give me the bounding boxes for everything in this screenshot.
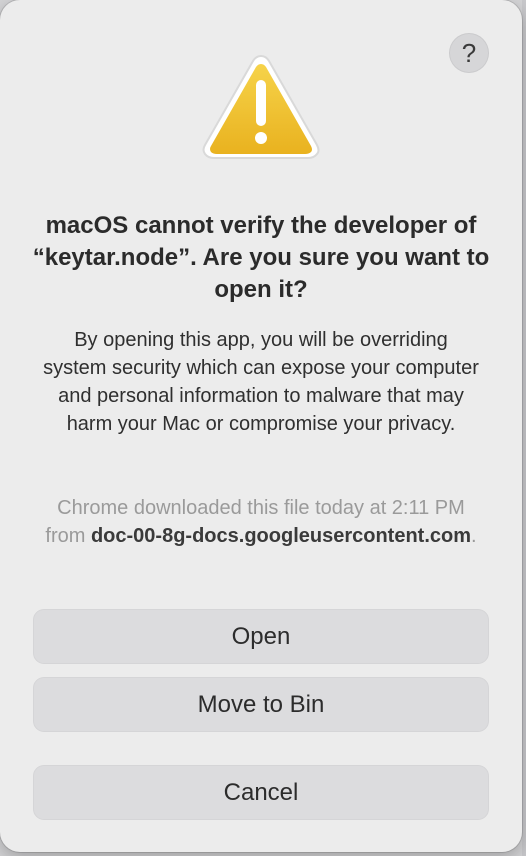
background-window-edge (522, 0, 526, 856)
download-source-text: Chrome downloaded this file today at 2:1… (40, 494, 482, 550)
help-icon: ? (461, 38, 477, 68)
dialog-message: By opening this app, you will be overrid… (43, 329, 479, 435)
source-suffix: . (471, 525, 477, 547)
move-to-bin-button[interactable]: Move to Bin (33, 677, 489, 732)
warning-triangle-icon (202, 54, 320, 159)
help-button[interactable]: ? (449, 33, 489, 73)
open-button[interactable]: Open (33, 609, 489, 664)
security-warning-dialog: ? macOS cannot verify the developer of “… (0, 0, 522, 852)
dialog-title: macOS cannot verify the developer of “ke… (32, 212, 490, 303)
source-host: doc-00-8g-docs.googleusercontent.com (90, 525, 472, 547)
cancel-button[interactable]: Cancel (33, 765, 489, 820)
